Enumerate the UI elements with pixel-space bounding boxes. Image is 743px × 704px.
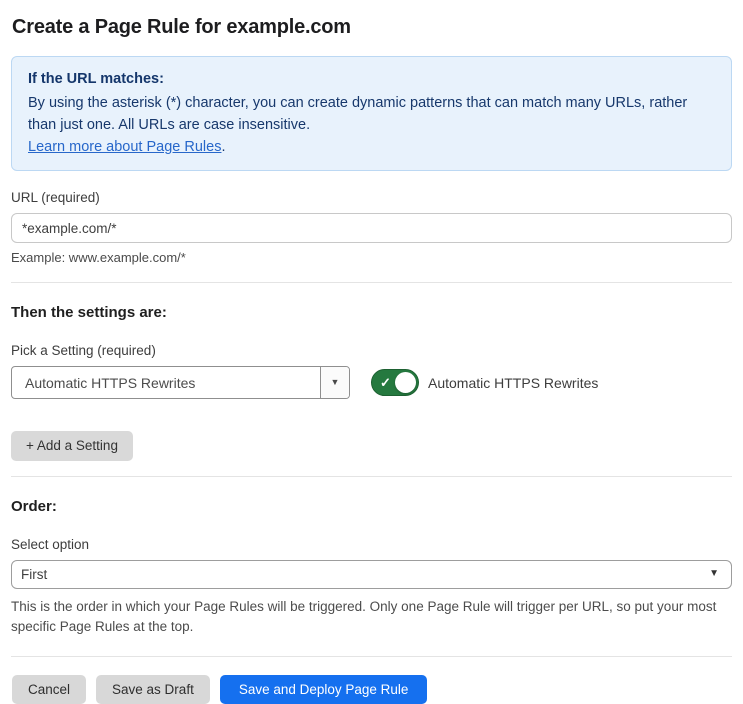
setting-dropdown-value: Automatic HTTPS Rewrites (12, 367, 320, 398)
settings-section-heading: Then the settings are: (11, 304, 732, 321)
order-helper-text: This is the order in which your Page Rul… (11, 597, 732, 638)
divider (11, 656, 732, 657)
order-select[interactable]: First ▼ (11, 560, 732, 589)
info-box-body: By using the asterisk (*) character, you… (28, 92, 715, 136)
setting-row: Automatic HTTPS Rewrites ▼ ✓ Automatic H… (11, 366, 732, 399)
divider (11, 282, 732, 283)
select-caret-icon: ▼ (709, 569, 719, 579)
cancel-button[interactable]: Cancel (12, 675, 86, 704)
info-box-link-line: Learn more about Page Rules. (28, 136, 715, 158)
automatic-https-rewrites-toggle[interactable]: ✓ (371, 369, 419, 396)
info-box-heading: If the URL matches: (28, 68, 715, 90)
order-section-heading: Order: (11, 498, 732, 515)
page-title: Create a Page Rule for example.com (12, 16, 731, 39)
select-option-label: Select option (11, 537, 732, 552)
order-select-value: First (21, 567, 47, 582)
learn-more-link[interactable]: Learn more about Page Rules (28, 139, 221, 155)
save-as-draft-button[interactable]: Save as Draft (96, 675, 210, 704)
toggle-checkmark-icon: ✓ (380, 376, 391, 389)
add-setting-button[interactable]: + Add a Setting (11, 431, 133, 461)
toggle-knob (395, 372, 416, 393)
footer-actions: Cancel Save as Draft Save and Deploy Pag… (11, 675, 732, 704)
url-example-helper: Example: www.example.com/* (11, 250, 732, 265)
chevron-down-icon: ▼ (331, 378, 340, 387)
save-and-deploy-button[interactable]: Save and Deploy Page Rule (220, 675, 428, 704)
create-page-rule-form: Create a Page Rule for example.com If th… (0, 0, 743, 704)
divider (11, 476, 732, 477)
setting-dropdown-arrow-button[interactable]: ▼ (320, 367, 349, 398)
url-field-label: URL (required) (11, 190, 732, 205)
toggle-label: Automatic HTTPS Rewrites (428, 375, 598, 391)
setting-dropdown[interactable]: Automatic HTTPS Rewrites ▼ (11, 366, 350, 399)
link-suffix: . (221, 139, 225, 155)
url-match-info-box: If the URL matches: By using the asteris… (11, 56, 732, 171)
pick-setting-label: Pick a Setting (required) (11, 343, 732, 358)
url-input[interactable] (11, 213, 732, 243)
